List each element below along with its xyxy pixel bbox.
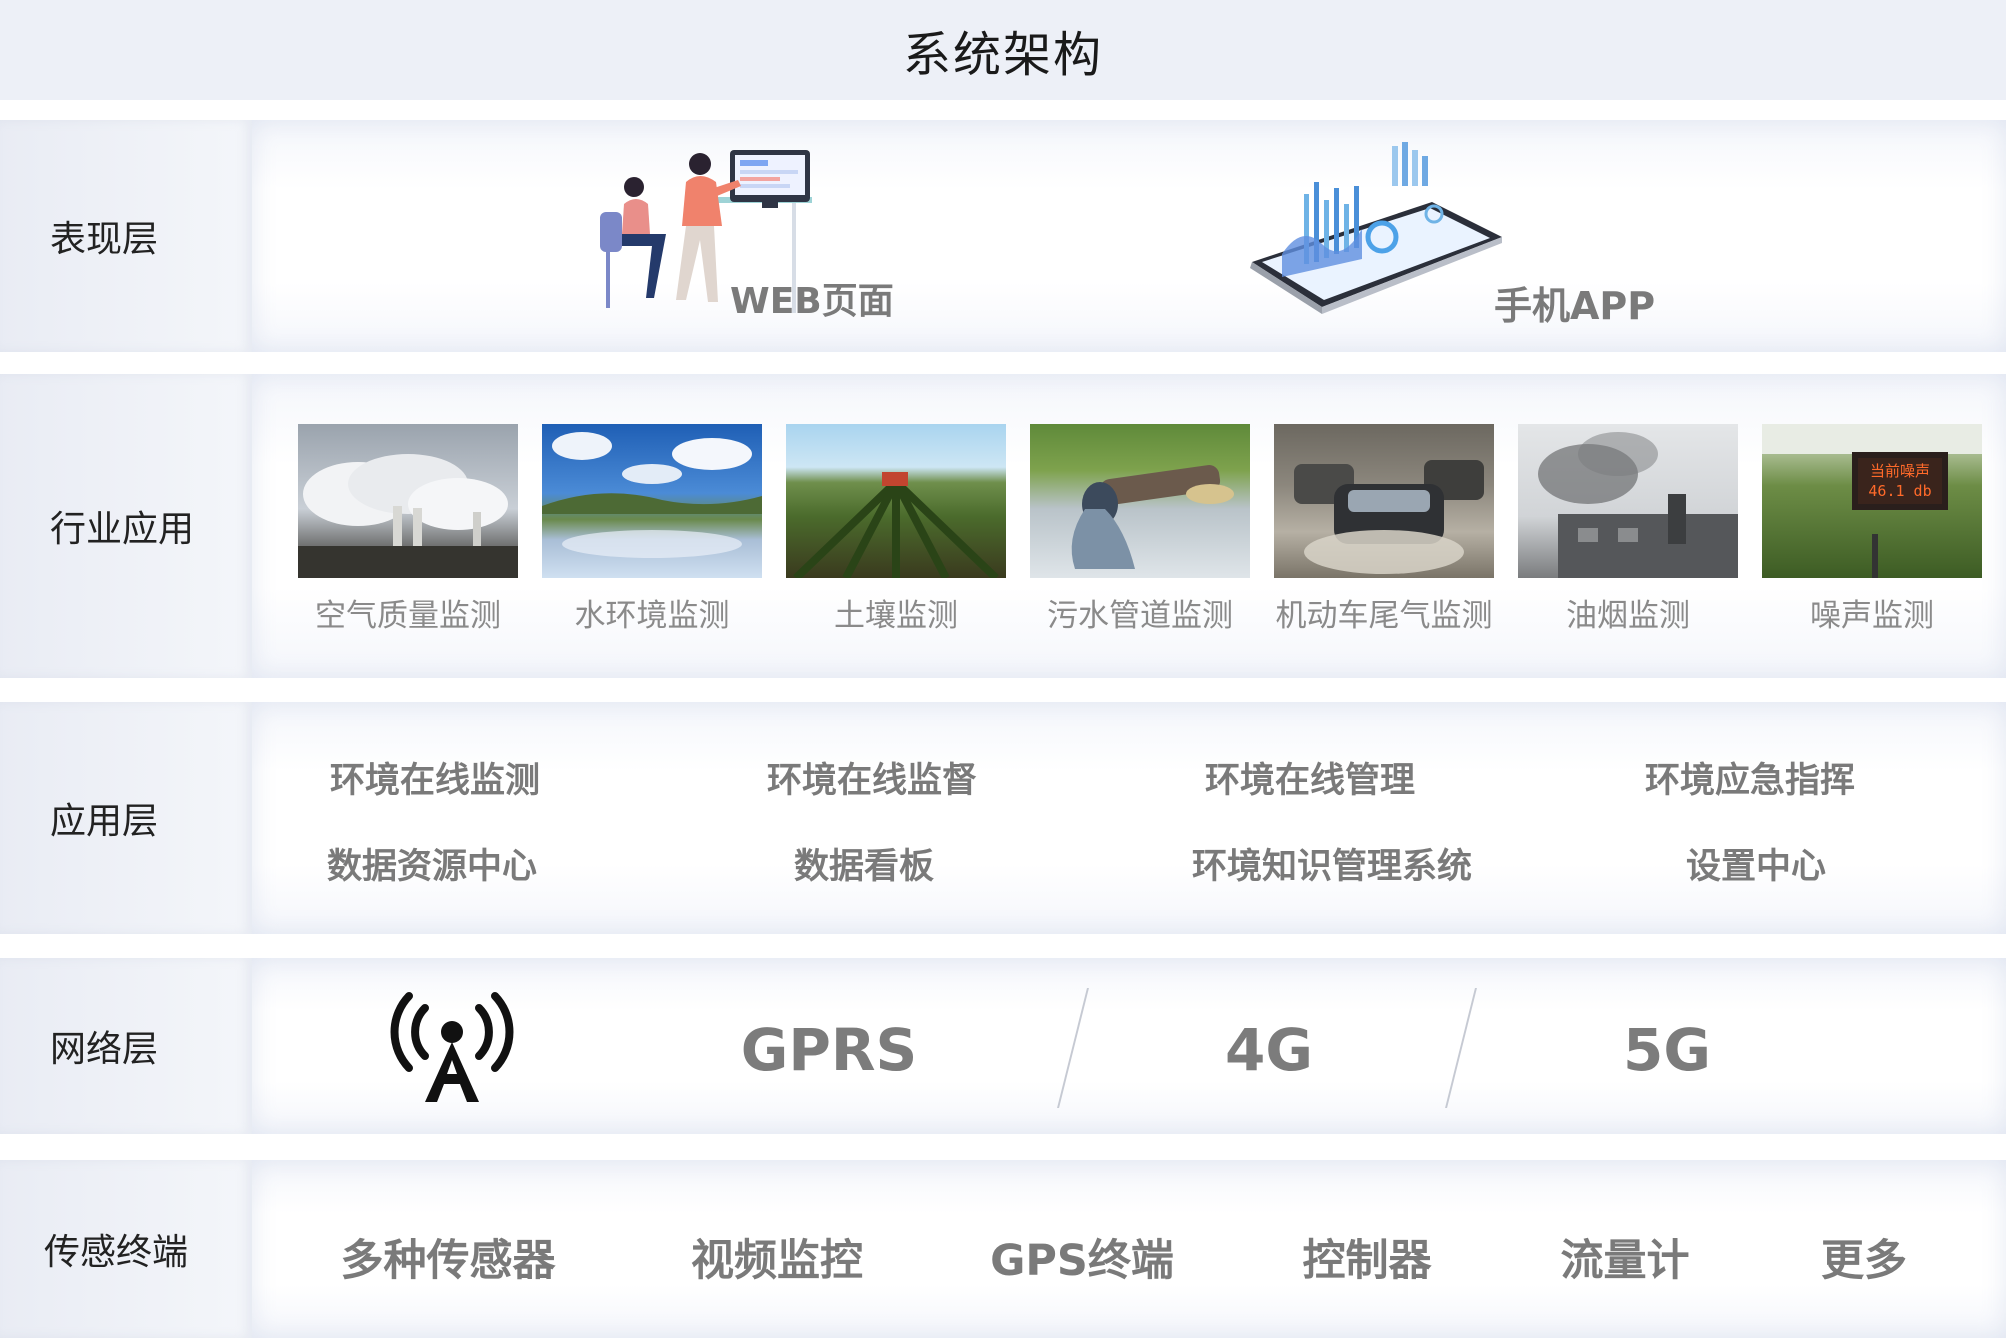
page-title: 系统架构 (902, 27, 1103, 83)
sensor-layer-content: 多种传感器 视频监控 GPS终端 控制器 流量计 更多 (252, 1160, 2006, 1338)
noise-photo: 当前噪声 46.1 db (1762, 424, 1982, 578)
industry-layer-label: 行业应用 (50, 509, 195, 550)
water-photo (542, 424, 762, 578)
app-item-data-resource-center: 数据资源中心 (326, 847, 538, 887)
noise-sign: 当前噪声 46.1 db (1858, 458, 1942, 504)
network-5g: 5G (1623, 1016, 1711, 1084)
app-item-settings-center: 设置中心 (1685, 847, 1827, 887)
industry-label-sewage: 污水管道监测 (1047, 598, 1233, 634)
mobile-app-illustration (1250, 142, 1502, 314)
industry-item-vehicle-exhaust: 机动车尾气监测 (1274, 424, 1494, 635)
network-layer-label: 网络层 (50, 1029, 159, 1070)
title-bar: 系统架构 (0, 0, 2006, 100)
industry-item-air-quality: 空气质量监测 (298, 424, 518, 635)
app-item-online-supervision: 环境在线监督 (766, 761, 978, 801)
sensor-layer: 传感终端 多种传感器 视频监控 GPS终端 控制器 流量计 更多 (0, 1160, 2006, 1338)
network-layer: 网络层 GPRS 4G 5G (0, 958, 2006, 1134)
sensor-item-video-surveillance: 视频监控 (691, 1236, 863, 1286)
industry-label-oil-fume: 油烟监测 (1566, 598, 1690, 634)
signal-tower-icon (390, 992, 514, 1102)
noise-sign-value: 46.1 db (1868, 482, 1932, 500)
presentation-layer-content: WEB页面 手机APP (252, 120, 2006, 352)
industry-label-vehicle-exhaust: 机动车尾气监测 (1275, 598, 1493, 634)
industry-label-water: 水环境监测 (574, 598, 730, 634)
mobile-app-label: 手机APP (1494, 284, 1656, 328)
soil-photo (786, 424, 1006, 578)
presentation-layer-label-cell: 表现层 (0, 120, 252, 352)
application-layer-label: 应用层 (50, 801, 159, 842)
industry-layer: 行业应用 空气质量监测 水环境监测 土壤监测 污水管道监测 机动车尾气监测 油烟… (0, 374, 2006, 678)
network-layer-label-cell: 网络层 (0, 958, 252, 1134)
application-layer: 应用层 环境在线监测 环境在线监督 环境在线管理 环境应急指挥 数据资源中心 数… (0, 702, 2006, 934)
industry-item-noise: 当前噪声 46.1 db 噪声监测 (1762, 424, 1982, 635)
industry-layer-content: 空气质量监测 水环境监测 土壤监测 污水管道监测 机动车尾气监测 油烟监测 当前… (252, 374, 2006, 678)
web-page-label: WEB页面 (730, 281, 894, 322)
sensor-layer-label-cell: 传感终端 (0, 1160, 252, 1338)
presentation-layer: 表现层 WEB页面 手机APP (0, 120, 2006, 352)
oil-fume-photo (1518, 424, 1738, 578)
industry-item-oil-fume: 油烟监测 (1518, 424, 1738, 635)
sensor-item-controller: 控制器 (1302, 1236, 1432, 1286)
air-quality-photo (298, 424, 518, 578)
network-divider-1 (1057, 988, 1089, 1108)
app-item-knowledge-management: 环境知识管理系统 (1191, 847, 1473, 887)
noise-sign-title: 当前噪声 (1869, 462, 1930, 480)
industry-label-air-quality: 空气质量监测 (315, 598, 501, 634)
application-layer-content: 环境在线监测 环境在线监督 环境在线管理 环境应急指挥 数据资源中心 数据看板 … (252, 702, 2006, 934)
app-item-online-monitoring: 环境在线监测 (329, 761, 541, 801)
industry-label-soil: 土壤监测 (834, 598, 958, 634)
vehicle-exhaust-photo (1274, 424, 1494, 578)
app-item-emergency-command: 环境应急指挥 (1644, 761, 1856, 801)
sensor-item-gps-terminal: GPS终端 (990, 1236, 1174, 1286)
sensor-item-flow-meter: 流量计 (1560, 1236, 1690, 1286)
network-gprs: GPRS (740, 1016, 918, 1084)
presentation-layer-label: 表现层 (50, 219, 159, 260)
network-divider-2 (1445, 988, 1477, 1108)
industry-label-noise: 噪声监测 (1810, 598, 1934, 634)
application-layer-label-cell: 应用层 (0, 702, 252, 934)
app-item-data-dashboard: 数据看板 (793, 847, 935, 887)
industry-item-water: 水环境监测 (542, 424, 762, 635)
sewage-photo (1030, 424, 1250, 578)
industry-layer-label-cell: 行业应用 (0, 374, 252, 678)
app-item-online-management: 环境在线管理 (1204, 761, 1416, 801)
network-4g: 4G (1225, 1016, 1313, 1084)
sensor-layer-label: 传感终端 (44, 1232, 189, 1273)
industry-item-soil: 土壤监测 (786, 424, 1006, 635)
sensor-item-more: 更多 (1821, 1236, 1907, 1286)
network-layer-content: GPRS 4G 5G (252, 958, 2006, 1134)
sensor-item-multi-sensor: 多种传感器 (340, 1236, 556, 1286)
industry-item-sewage: 污水管道监测 (1030, 424, 1250, 635)
